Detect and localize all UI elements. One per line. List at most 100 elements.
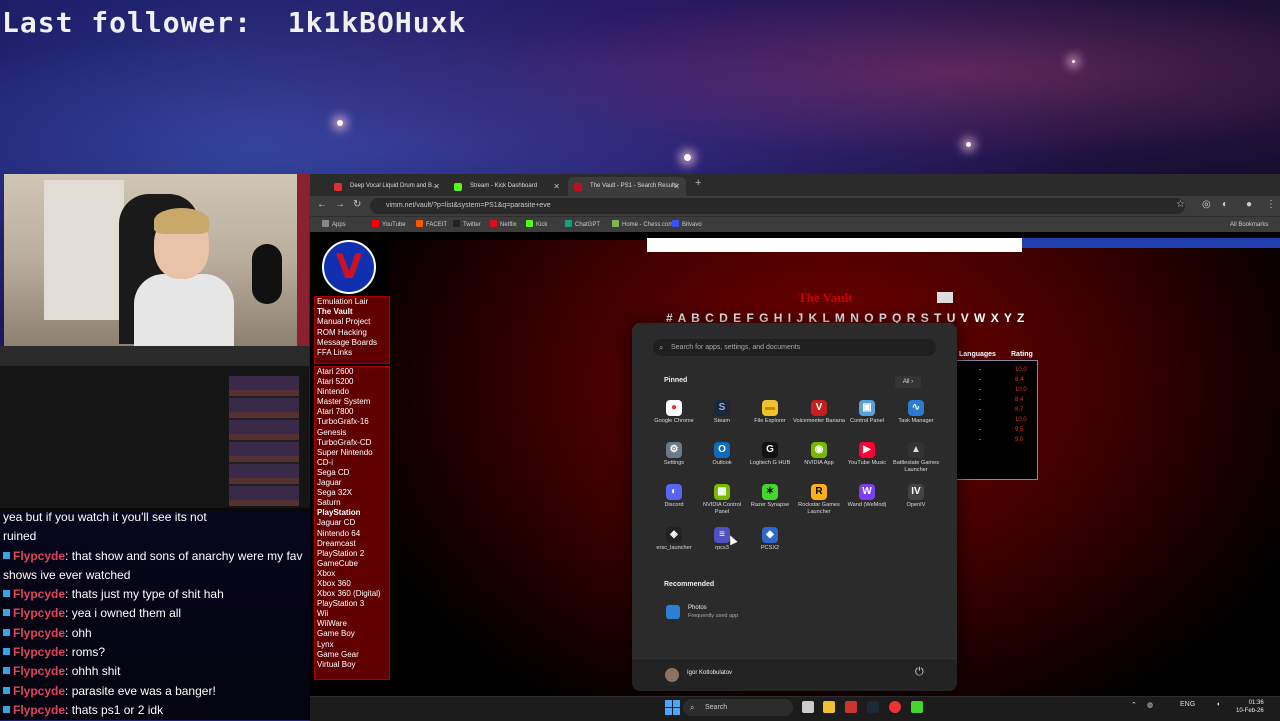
site-menu-item[interactable]: Emulation Lair xyxy=(315,297,389,307)
tab-youtube[interactable]: Deep Vocal Liquid Drum and B… ✕ xyxy=(328,177,446,196)
recommended-item-photos[interactable]: Photos Frequently used app xyxy=(664,603,784,625)
bookmark-faceit[interactable]: FACEIT xyxy=(416,217,447,233)
console-link[interactable]: Super Nintendo xyxy=(315,448,389,458)
console-link[interactable]: PlayStation xyxy=(315,508,389,518)
network-icon[interactable]: ◍ xyxy=(1147,701,1153,709)
console-link[interactable]: WiiWare xyxy=(315,619,389,629)
console-link[interactable]: Genesis xyxy=(315,428,389,438)
pinned-app-file-explorer[interactable]: ▬ File Explorer xyxy=(744,400,796,440)
site-menu-item[interactable]: Message Boards xyxy=(315,338,389,348)
console-link[interactable]: Dreamcast xyxy=(315,539,389,549)
console-link[interactable]: Game Gear xyxy=(315,650,389,660)
calendar-icon[interactable] xyxy=(845,701,857,713)
console-link[interactable]: Nintendo 64 xyxy=(315,529,389,539)
pinned-app-control-panel[interactable]: ▣ Control Panel xyxy=(841,400,893,440)
console-link[interactable]: Xbox 360 (Digital) xyxy=(315,589,389,599)
close-icon[interactable]: ✕ xyxy=(673,177,680,196)
site-menu-item[interactable]: FFA Links xyxy=(315,348,389,358)
pinned-app-rockstar-games-launcher[interactable]: R Rockstar Games Launcher xyxy=(793,484,845,524)
taskbar-search[interactable]: ⌕ Search xyxy=(683,699,793,716)
lang-indicator[interactable]: ENG xyxy=(1180,701,1195,708)
bookmark-apps[interactable]: Apps xyxy=(322,217,346,233)
console-link[interactable]: Nintendo xyxy=(315,387,389,397)
bookmark-bitvavo[interactable]: Bitvavo xyxy=(672,217,702,233)
pinned-app-steam[interactable]: S Steam xyxy=(696,400,748,440)
all-bookmarks-link[interactable]: All Bookmarks xyxy=(1230,217,1268,233)
back-icon[interactable]: ← xyxy=(317,199,327,210)
chrome-icon[interactable] xyxy=(889,701,901,713)
console-link[interactable]: Atari 5200 xyxy=(315,377,389,387)
console-link[interactable]: Xbox 360 xyxy=(315,579,389,589)
pinned-app-ersc-launcher[interactable]: ◈ ersc_launcher xyxy=(648,527,700,567)
volume-icon[interactable]: ◖ xyxy=(1216,701,1220,708)
chevron-up-icon[interactable]: ⌃ xyxy=(1131,701,1137,709)
console-link[interactable]: TurboGrafx-CD xyxy=(315,438,389,448)
extensions-icon[interactable]: ◐ xyxy=(1222,199,1228,210)
all-apps-button[interactable]: All › xyxy=(895,376,921,388)
console-link[interactable]: PlayStation 3 xyxy=(315,599,389,609)
pinned-app-task-manager[interactable]: ∿ Task Manager xyxy=(890,400,942,440)
steam-icon[interactable] xyxy=(867,701,879,713)
console-link[interactable]: PlayStation 2 xyxy=(315,549,389,559)
console-link[interactable]: Atari 2600 xyxy=(315,367,389,377)
pinned-app-rpcs3[interactable]: ≡ rpcs3 xyxy=(696,527,748,567)
console-link[interactable]: Sega CD xyxy=(315,468,389,478)
star-icon[interactable]: ☆ xyxy=(1176,199,1185,210)
site-menu-item[interactable]: ROM Hacking xyxy=(315,328,389,338)
console-link[interactable]: Sega 32X xyxy=(315,488,389,498)
pinned-app-logitech-g-hub[interactable]: G Logitech G HUB xyxy=(744,442,796,482)
pinned-app-youtube-music[interactable]: ▶ YouTube Music xyxy=(841,442,893,482)
profile-avatar[interactable]: ● xyxy=(1246,199,1252,210)
console-link[interactable]: GameCube xyxy=(315,559,389,569)
avatar[interactable] xyxy=(665,668,679,682)
bookmark-netflix[interactable]: Netflix xyxy=(490,217,517,233)
console-link[interactable]: CD-i xyxy=(315,458,389,468)
console-link[interactable]: Master System xyxy=(315,397,389,407)
forward-icon[interactable]: → xyxy=(335,199,345,210)
extensions-icon[interactable]: ◎ xyxy=(1202,199,1211,210)
bookmark-chatgpt[interactable]: ChatGPT xyxy=(565,217,600,233)
console-link[interactable]: Xbox xyxy=(315,569,389,579)
console-link[interactable]: Atari 7800 xyxy=(315,407,389,417)
task-view-icon[interactable] xyxy=(802,701,814,713)
console-link[interactable]: Jaguar xyxy=(315,478,389,488)
pinned-app-nvidia-app[interactable]: ◉ NVIDIA App xyxy=(793,442,845,482)
pinned-app-razer-synapse[interactable]: ✶ Razer Synapse xyxy=(744,484,796,524)
file-explorer-icon[interactable] xyxy=(823,701,835,713)
close-icon[interactable]: ✕ xyxy=(433,177,440,196)
console-link[interactable]: Saturn xyxy=(315,498,389,508)
pinned-app-wand-wemod[interactable]: W Wand (WeMod) xyxy=(841,484,893,524)
bookmark-home-chess-com[interactable]: Home - Chess.com xyxy=(612,217,673,233)
pinned-app-battlestate-games-launcher[interactable]: ▲ Battlestate Games Launcher xyxy=(890,442,942,482)
close-icon[interactable]: ✕ xyxy=(553,177,560,196)
user-name[interactable]: Igor Kotlobulatov xyxy=(687,670,732,676)
console-link[interactable]: Game Boy xyxy=(315,629,389,639)
windows-start-icon[interactable] xyxy=(665,700,681,716)
site-menu-item[interactable]: Manual Project xyxy=(315,317,389,327)
pinned-app-google-chrome[interactable]: ● Google Chrome xyxy=(648,400,700,440)
vimm-logo[interactable]: V xyxy=(322,240,376,294)
tab-kick[interactable]: Stream - Kick Dashboard ✕ xyxy=(448,177,566,196)
site-search-button[interactable] xyxy=(937,292,953,303)
url-input[interactable]: vimm.net/vault/?p=list&system=PS1&q=para… xyxy=(370,198,1185,214)
bookmark-twitter[interactable]: Twitter xyxy=(453,217,481,233)
bookmark-kick[interactable]: Kick xyxy=(526,217,547,233)
start-search-input[interactable]: ⌕ Search for apps, settings, and documen… xyxy=(653,339,936,356)
new-tab-button[interactable]: + xyxy=(695,177,701,189)
pinned-app-outlook[interactable]: O Outlook xyxy=(696,442,748,482)
menu-icon[interactable]: ⋮ xyxy=(1266,199,1276,210)
pinned-app-nvidia-control-panel[interactable]: ▦ NVIDIA Control Panel xyxy=(696,484,748,524)
reload-icon[interactable]: ↻ xyxy=(353,199,361,210)
razer-icon[interactable] xyxy=(911,701,923,713)
bookmark-youtube[interactable]: YouTube xyxy=(372,217,406,233)
taskbar-clock[interactable]: 01:36 10-Feb-26 xyxy=(1236,699,1264,715)
pinned-app-pcsx2[interactable]: ◆ PCSX2 xyxy=(744,527,796,567)
site-menu-item[interactable]: The Vault xyxy=(315,307,389,317)
power-icon[interactable]: ⏻ xyxy=(915,666,924,679)
console-link[interactable]: Wii xyxy=(315,609,389,619)
pinned-app-voicemeeter-banana[interactable]: V Voicemeeter Banana xyxy=(793,400,845,440)
pinned-app-openiv[interactable]: IV OpenIV xyxy=(890,484,942,524)
console-link[interactable]: TurboGrafx-16 xyxy=(315,417,389,427)
console-link[interactable]: Lynx xyxy=(315,640,389,650)
pinned-app-discord[interactable]: ◐ Discord xyxy=(648,484,700,524)
